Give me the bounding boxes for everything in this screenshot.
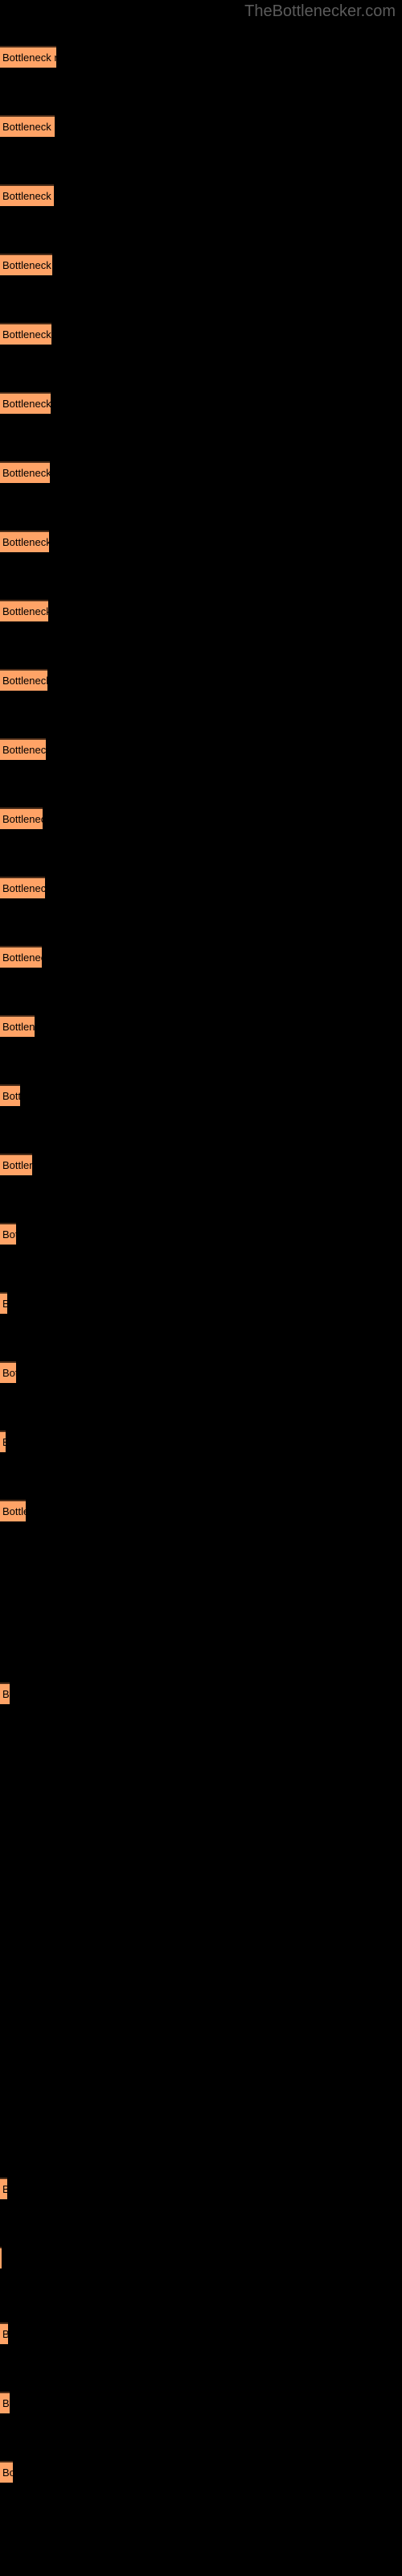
bar-label: Bottleneck result: [2, 121, 55, 133]
bar: Bottleneck result: [0, 2178, 7, 2199]
bar-label: Bottleneck result: [2, 536, 49, 548]
bar-label: Bottleneck result: [2, 467, 50, 479]
plot-area: Bottleneck result Bottleneck result Bottle…: [0, 0, 402, 2576]
bar: Bottleneck result: [0, 1292, 7, 1314]
bar-label: Bottleneck result: [2, 259, 52, 271]
bar: Bottleneck result: [0, 1223, 16, 1245]
bar-label: Bottleneck result: [2, 398, 51, 410]
bar: Bottleneck result: [0, 807, 43, 829]
bar: Bottleneck result: [0, 1430, 6, 1452]
bar-label: Bottleneck result: [2, 2326, 8, 2343]
bar-label: Bottleneck result: [2, 1021, 35, 1033]
bar: Bottleneck result: [0, 2322, 8, 2344]
bar: Bottleneck result: [0, 461, 50, 483]
bar: Bottleneck result: [0, 323, 51, 345]
bar: Bottleneck result: [0, 2392, 10, 2413]
bar: Bottleneck result: [0, 877, 45, 898]
bar: Bottleneck result: [0, 738, 46, 760]
bar-label: Bottleneck result: [2, 1367, 16, 1379]
bar: Bottleneck result: [0, 2247, 2, 2268]
bar-label: Bottleneck result: [2, 1435, 6, 1451]
bar-label: Bottleneck result: [2, 1688, 10, 1700]
bar: Bottleneck result: [0, 1015, 35, 1037]
bar-label: Bottleneck result: [2, 2397, 10, 2409]
bar-label: Bottleneck result: [2, 1296, 7, 1312]
bar-label: Bottleneck result: [2, 1159, 32, 1171]
bar-label: Bottleneck result: [2, 605, 48, 617]
bar: Bottleneck result: [0, 254, 52, 275]
bar: Bottleneck result: [0, 669, 47, 691]
bar-label: Bottleneck result: [2, 52, 56, 64]
bar: Bottleneck result: [0, 184, 54, 206]
bar: Bottleneck result: [0, 46, 56, 68]
bar-label: Bottleneck result: [2, 675, 47, 687]
bottleneck-chart: TheBottlenecker.com Bottleneck resultBot…: [0, 0, 402, 2576]
bar: Bottleneck result: [0, 1084, 20, 1106]
bar: Bottleneck result: [0, 600, 48, 621]
bar-label: Bottleneck result: [2, 2182, 7, 2198]
bar-label: Bottleneck result: [2, 813, 43, 825]
bar-label: Bottleneck result: [2, 882, 45, 894]
bar-label: Bottleneck result: [2, 2467, 13, 2479]
bar: Bottleneck result: [0, 1682, 10, 1704]
bar: Bottleneck result: [0, 2461, 13, 2483]
bar-label: Bottleneck result: [2, 952, 42, 964]
bar-label: Bottleneck result: [2, 328, 51, 341]
bar: Bottleneck result: [0, 946, 42, 968]
bar-label: Bottleneck result: [2, 190, 54, 202]
bar: Bottleneck result: [0, 1500, 26, 1521]
bar-label: Bottleneck result: [2, 1090, 20, 1102]
bar-label: Bottleneck result: [2, 744, 46, 756]
bar: Bottleneck result: [0, 1154, 32, 1175]
bar: Bottleneck result: [0, 392, 51, 414]
bar: Bottleneck result: [0, 530, 49, 552]
bar: Bottleneck result: [0, 115, 55, 137]
bar-label: Bottleneck result: [2, 1505, 26, 1517]
bar: Bottleneck result: [0, 1361, 16, 1383]
bar-label: Bottleneck result: [2, 1228, 16, 1241]
